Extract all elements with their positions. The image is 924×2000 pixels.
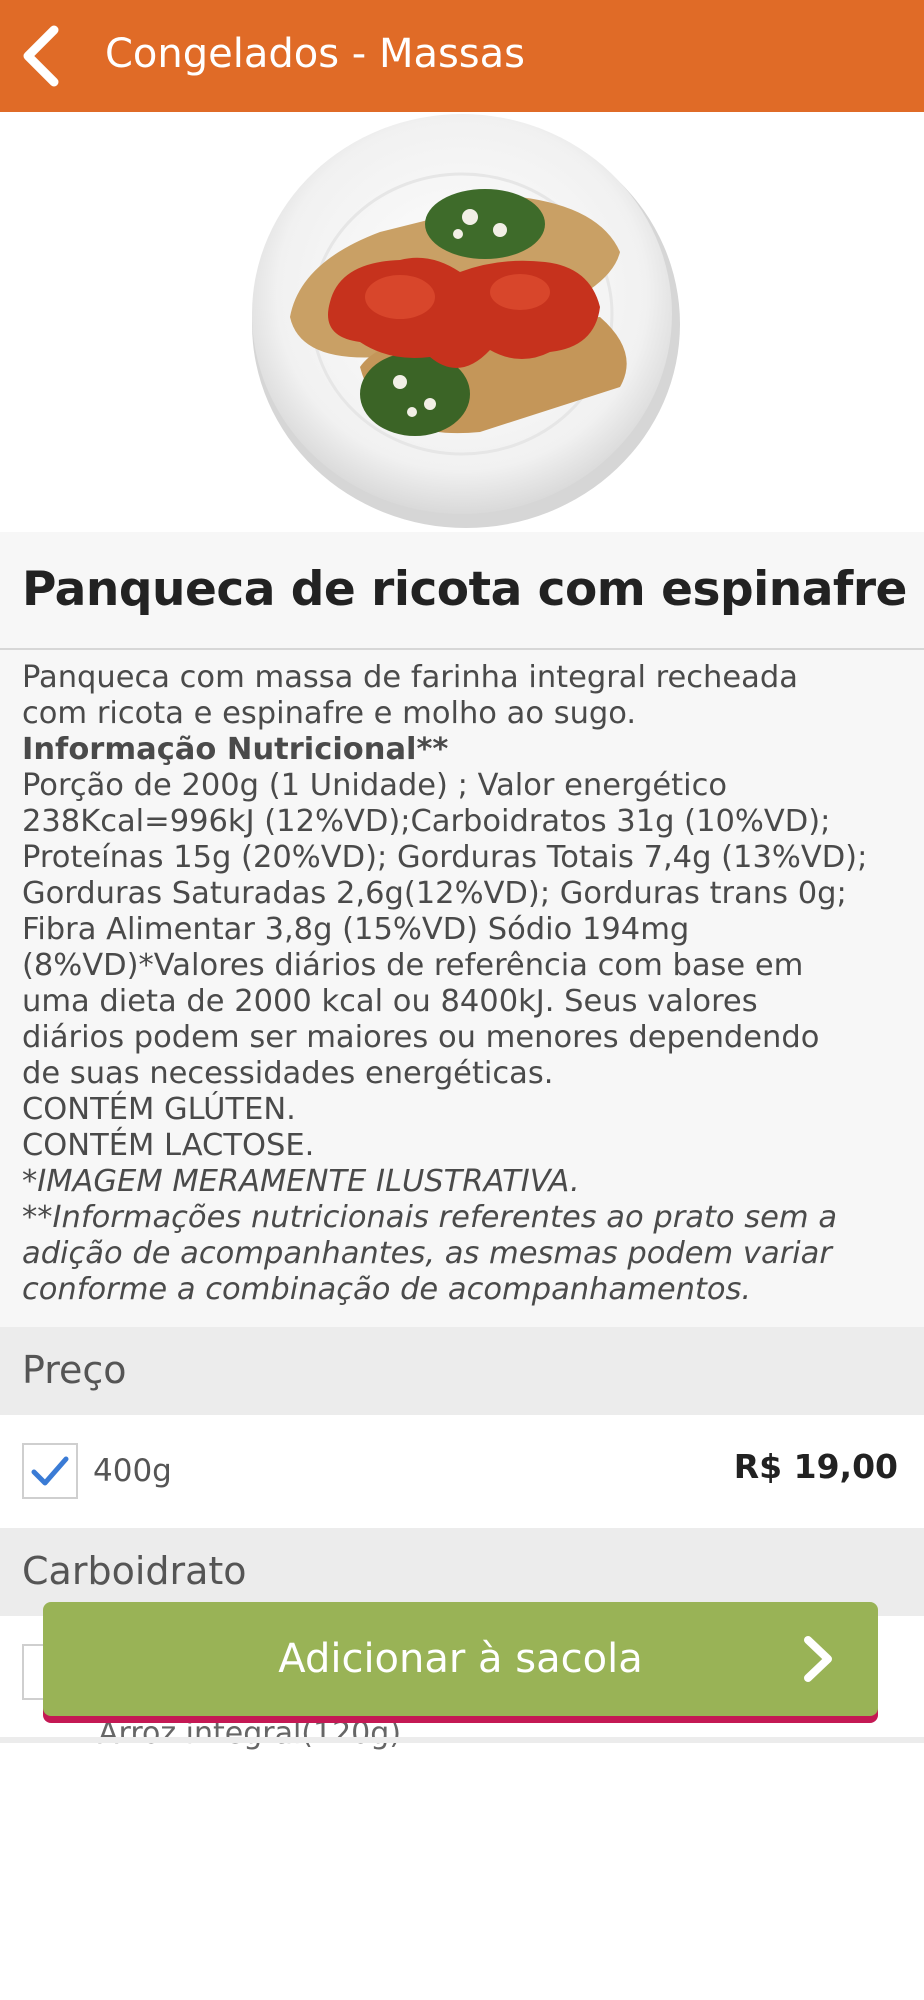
plate-pancake-image bbox=[252, 114, 680, 528]
nutrition-line: de suas necessidades energéticas. bbox=[22, 1056, 554, 1091]
add-to-bag-label: Adicionar à sacola bbox=[278, 1636, 643, 1682]
description-text: Panqueca com massa de farinha integral r… bbox=[22, 660, 912, 1308]
product-title-bar: Panqueca de ricota com espinafre bbox=[0, 532, 924, 650]
price-option-value: R$ 19,00 bbox=[733, 1447, 898, 1486]
header-title: Congelados - Massas bbox=[105, 31, 525, 77]
image-disclaimer: *IMAGEM MERAMENTE ILUSTRATIVA. bbox=[22, 1164, 580, 1199]
nutrition-note-line: conforme a combinação de acompanhamentos… bbox=[22, 1272, 752, 1307]
check-icon bbox=[31, 1456, 69, 1486]
description-line: com ricota e espinafre e molho ao sugo. bbox=[22, 696, 637, 731]
back-button[interactable] bbox=[14, 24, 74, 88]
description-line: Panqueca com massa de farinha integral r… bbox=[22, 660, 798, 695]
price-heading-label: Preço bbox=[22, 1348, 127, 1392]
price-section-heading: Preço bbox=[0, 1327, 924, 1415]
product-description: Panqueca com massa de farinha integral r… bbox=[0, 650, 924, 1327]
nutrition-line: Porção de 200g (1 Unidade) ; Valor energ… bbox=[22, 768, 728, 803]
nutrition-note-line: **Informações nutricionais referentes ao… bbox=[22, 1200, 838, 1235]
app-header: Congelados - Massas bbox=[0, 0, 924, 112]
nutrition-title: Informação Nutricional** bbox=[22, 732, 449, 767]
chevron-right-icon bbox=[804, 1636, 832, 1682]
chevron-left-icon bbox=[23, 25, 59, 87]
price-option-checkbox[interactable] bbox=[22, 1443, 78, 1499]
nutrition-line: Fibra Alimentar 3,8g (15%VD) Sódio 194mg bbox=[22, 912, 690, 947]
nutrition-line: Proteínas 15g (20%VD); Gorduras Totais 7… bbox=[22, 840, 868, 875]
section-divider bbox=[0, 1737, 924, 1743]
nutrition-line: uma dieta de 2000 kcal ou 8400kJ. Seus v… bbox=[22, 984, 758, 1019]
nutrition-line: Gorduras Saturadas 2,6g(12%VD); Gorduras… bbox=[22, 876, 847, 911]
nutrition-note-line: adição de acompanhantes, as mesmas podem… bbox=[22, 1236, 832, 1271]
product-image bbox=[0, 112, 924, 532]
nutrition-line: 238Kcal=996kJ (12%VD);Carboidratos 31g (… bbox=[22, 804, 831, 839]
carb-heading-label: Carboidrato bbox=[22, 1549, 247, 1593]
nutrition-line: (8%VD)*Valores diários de referência com… bbox=[22, 948, 804, 983]
allergen-lactose: CONTÉM LACTOSE. bbox=[22, 1128, 315, 1163]
product-title: Panqueca de ricota com espinafre bbox=[22, 562, 907, 617]
price-option-label: 400g bbox=[93, 1453, 172, 1489]
nutrition-line: diários podem ser maiores ou menores dep… bbox=[22, 1020, 820, 1055]
price-option-row[interactable]: 400g R$ 19,00 bbox=[0, 1415, 924, 1527]
add-to-bag-button[interactable]: Adicionar à sacola bbox=[43, 1602, 878, 1716]
carb-option-label: Arroz integral(120g) bbox=[98, 1716, 402, 1751]
allergen-gluten: CONTÉM GLÚTEN. bbox=[22, 1092, 296, 1127]
